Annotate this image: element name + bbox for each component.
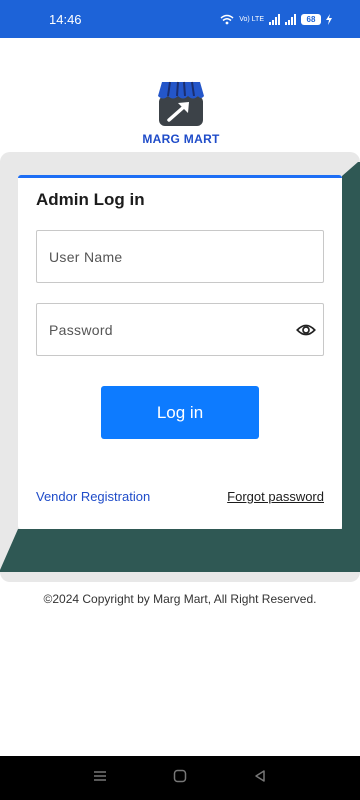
battery-icon: 68 xyxy=(301,13,321,25)
storefront-arrow-icon xyxy=(158,81,204,126)
menu-icon[interactable] xyxy=(93,769,107,787)
vendor-registration-link[interactable]: Vendor Registration xyxy=(36,489,150,504)
login-button[interactable]: Log in xyxy=(101,386,259,439)
forgot-password-link[interactable]: Forgot password xyxy=(227,489,324,504)
back-icon[interactable] xyxy=(253,769,267,788)
signal-icon-2 xyxy=(285,13,296,25)
navigation-bar xyxy=(0,756,360,800)
signal-icon xyxy=(269,13,280,25)
home-icon[interactable] xyxy=(173,769,187,788)
network-label: Vo) LTE xyxy=(239,15,264,23)
password-field-wrapper xyxy=(36,303,324,356)
login-card: Admin Log in Log in Vendor Registration … xyxy=(18,175,342,529)
status-icons: Vo) LTE 68 xyxy=(220,13,332,25)
status-bar: 14:46 Vo) LTE 68 xyxy=(0,0,360,38)
charging-icon xyxy=(326,13,332,25)
status-time: 14:46 xyxy=(49,11,82,27)
app-logo: MARG MART xyxy=(137,80,225,146)
logo-text: MARG MART xyxy=(142,132,220,146)
wifi-icon xyxy=(220,14,234,24)
card-title: Admin Log in xyxy=(36,190,145,209)
eye-icon[interactable] xyxy=(296,320,316,340)
copyright-text: ©2024 Copyright by Marg Mart, All Right … xyxy=(43,592,317,606)
password-input[interactable] xyxy=(36,303,324,356)
username-input[interactable] xyxy=(36,230,324,283)
